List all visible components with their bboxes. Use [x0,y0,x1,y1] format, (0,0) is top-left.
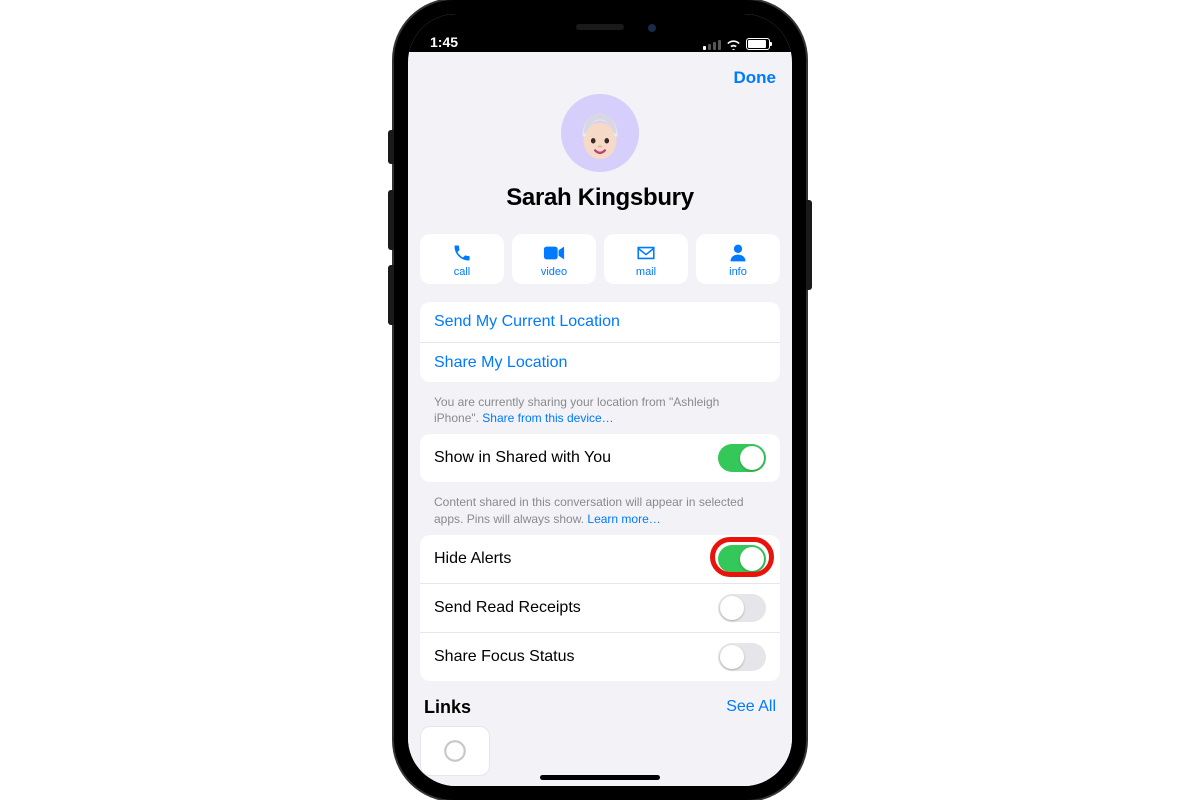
side-button-vol-up [388,190,394,250]
show-in-shared-toggle[interactable] [718,444,766,472]
quick-actions: call video mail [408,224,792,296]
phone-frame: 1:45 Done [394,0,806,800]
links-section-header: Links See All [408,687,792,722]
alerts-group: Hide Alerts Send Read Receipts Share Foc… [420,535,780,681]
home-indicator[interactable] [540,775,660,780]
focus-status-label: Share Focus Status [434,648,575,666]
hide-alerts-label: Hide Alerts [434,550,511,568]
status-time: 1:45 [430,34,458,50]
wifi-icon [726,39,741,50]
contact-name: Sarah Kingsbury [506,184,694,212]
speaker [576,24,624,30]
side-button-power [806,200,812,290]
send-current-location[interactable]: Send My Current Location [420,302,780,342]
show-in-shared-label: Show in Shared with You [434,449,611,467]
read-receipts-label: Send Read Receipts [434,599,581,617]
info-button[interactable]: info [696,234,780,284]
hide-alerts-row: Hide Alerts [420,535,780,583]
link-icon [442,738,468,764]
mail-icon [636,242,656,264]
location-footnote: You are currently sharing your location … [408,388,792,428]
contact-sheet: Done [408,58,792,786]
hide-alerts-toggle[interactable] [718,545,766,573]
links-title: Links [424,697,471,718]
show-in-shared-row: Show in Shared with You [420,434,780,482]
shared-learn-more-link[interactable]: Learn more… [587,512,660,526]
shared-with-you-group: Show in Shared with You [420,434,780,482]
video-button[interactable]: video [512,234,596,284]
profile-header: Sarah Kingsbury [408,88,792,224]
mail-button[interactable]: mail [604,234,688,284]
focus-status-row: Share Focus Status [420,632,780,681]
info-label: info [729,266,747,278]
links-see-all[interactable]: See All [726,698,776,716]
shared-footnote: Content shared in this conversation will… [408,488,792,528]
avatar[interactable] [561,94,639,172]
info-icon [728,242,748,264]
cellular-icon [703,38,721,50]
read-receipts-toggle[interactable] [718,594,766,622]
link-thumbnail[interactable] [420,726,490,776]
video-icon [543,242,565,264]
call-button[interactable]: call [420,234,504,284]
call-label: call [454,266,471,278]
side-button-vol-down [388,265,394,325]
share-from-device-link[interactable]: Share from this device… [482,411,613,425]
battery-icon [746,38,770,50]
focus-status-toggle[interactable] [718,643,766,671]
share-my-location[interactable]: Share My Location [420,342,780,382]
location-group: Send My Current Location Share My Locati… [420,302,780,382]
done-button[interactable]: Done [734,68,777,88]
video-label: video [541,266,567,278]
read-receipts-row: Send Read Receipts [420,583,780,632]
mail-label: mail [636,266,656,278]
side-button-silent [388,130,394,164]
notch [510,14,690,42]
phone-icon [452,242,472,264]
